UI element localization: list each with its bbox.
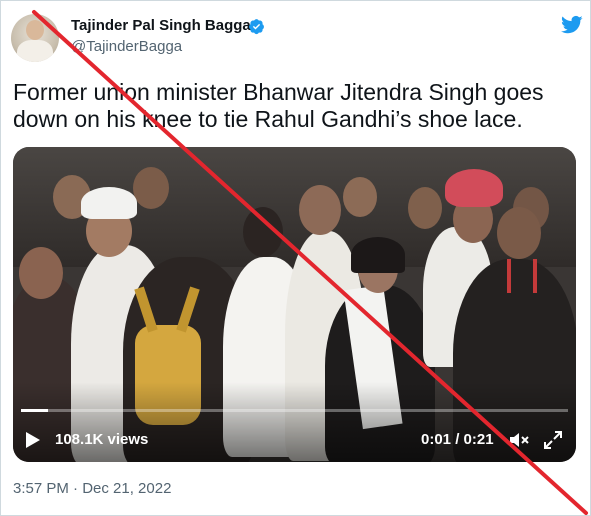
author-name[interactable]: Tajinder Pal Singh Bagga xyxy=(71,16,251,36)
tweet-text: Former union minister Bhanwar Jitendra S… xyxy=(13,79,544,132)
avatar[interactable] xyxy=(11,14,59,62)
author-handle[interactable]: @TajinderBagga xyxy=(71,37,182,57)
twitter-bird-icon[interactable] xyxy=(561,15,583,35)
verified-badge-icon xyxy=(249,19,264,35)
video-player[interactable]: 108.1K views 0:01 / 0:21 xyxy=(13,147,576,462)
video-frame xyxy=(13,147,576,462)
view-count: 108.1K views xyxy=(55,431,149,448)
tweet-timestamp[interactable]: 3:57 PM · Dec 21, 2022 xyxy=(13,479,171,499)
mute-icon[interactable] xyxy=(509,430,531,450)
expand-icon[interactable] xyxy=(543,430,563,450)
play-icon[interactable] xyxy=(25,431,41,449)
tweet-card: Tajinder Pal Singh Bagga @TajinderBagga … xyxy=(0,0,591,516)
video-time: 0:01 / 0:21 xyxy=(421,431,494,448)
progress-fill xyxy=(21,409,49,412)
progress-bar[interactable] xyxy=(21,409,568,412)
